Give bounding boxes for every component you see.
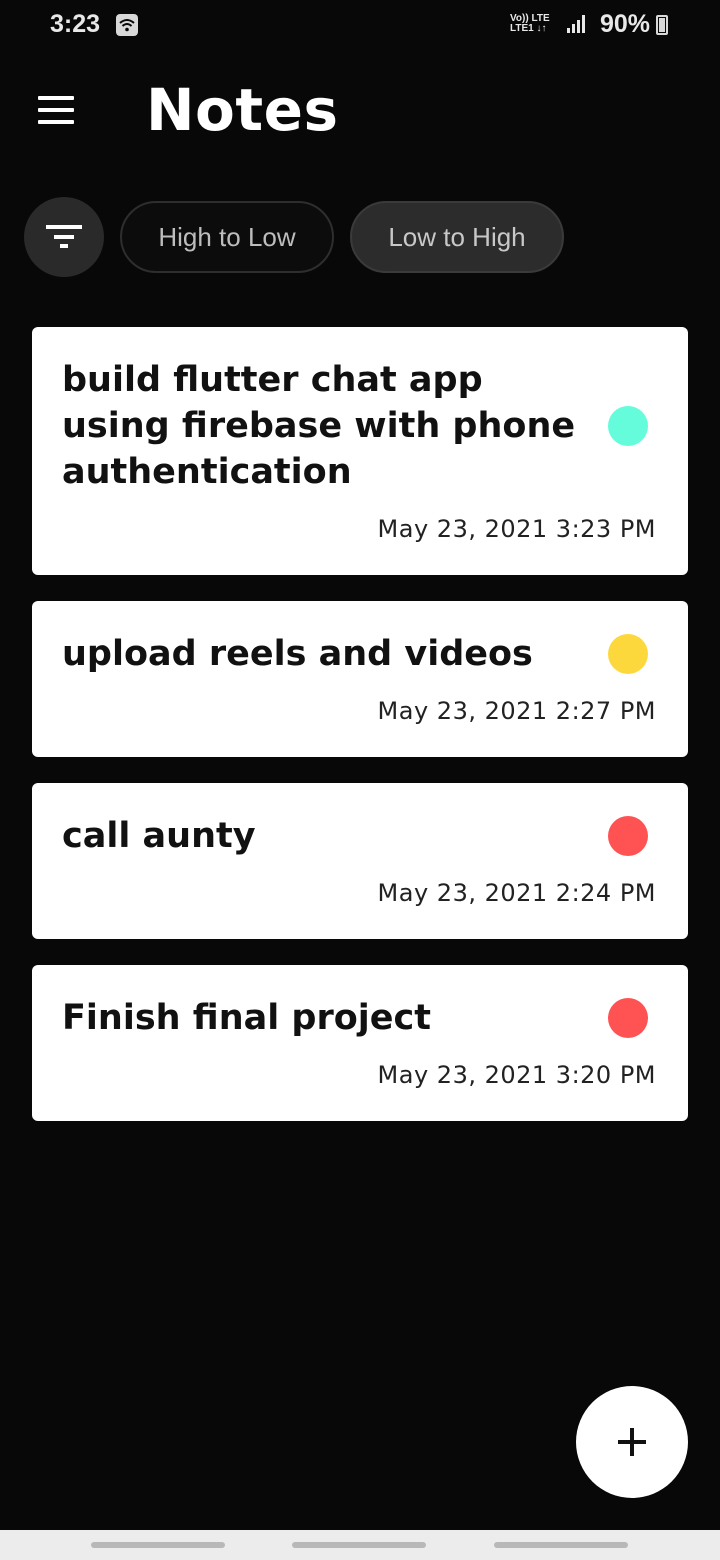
network-bottom-label: LTE1 ↓↑ [510,23,547,34]
note-card[interactable]: Finish final project May 23, 2021 3:20 P… [32,965,688,1121]
system-navigation-bar [0,1530,720,1560]
priority-dot [608,998,648,1038]
battery-icon [656,15,668,35]
note-title: Finish final project [62,998,431,1038]
note-date: May 23, 2021 2:24 PM [377,879,656,907]
priority-dot [608,634,648,674]
wifi-icon [116,14,138,36]
signal-icon [566,14,588,38]
nav-home-handle[interactable] [292,1542,426,1548]
note-date: May 23, 2021 2:27 PM [377,697,656,725]
note-card[interactable]: upload reels and videos May 23, 2021 2:2… [32,601,688,757]
filter-button[interactable] [24,197,104,277]
priority-dot [608,816,648,856]
note-card[interactable]: call aunty May 23, 2021 2:24 PM [32,783,688,939]
network-indicator: Vo)) LTE LTE1 ↓↑ [510,14,550,34]
status-bar: 3:23 Vo)) LTE LTE1 ↓↑ 90% [0,0,720,52]
filter-list-icon [46,225,82,248]
battery-percent: 90% [600,10,651,38]
nav-recents-handle[interactable] [91,1542,225,1548]
status-time: 3:23 [50,10,101,38]
priority-dot [608,406,648,446]
note-date: May 23, 2021 3:20 PM [377,1061,656,1089]
sort-high-to-low-chip[interactable]: High to Low [120,201,334,273]
note-title: call aunty [62,816,256,856]
add-note-button[interactable] [576,1386,688,1498]
nav-back-handle[interactable] [494,1542,628,1548]
note-card[interactable]: build flutter chat app using firebase wi… [32,327,688,575]
sort-low-to-high-chip[interactable]: Low to High [350,201,564,273]
plus-icon [618,1428,646,1456]
note-title: build flutter chat app using firebase wi… [62,360,576,492]
note-title: upload reels and videos [62,634,533,674]
page-title: Notes [146,76,339,144]
note-date: May 23, 2021 3:23 PM [377,515,656,543]
hamburger-menu-icon[interactable] [34,92,78,128]
